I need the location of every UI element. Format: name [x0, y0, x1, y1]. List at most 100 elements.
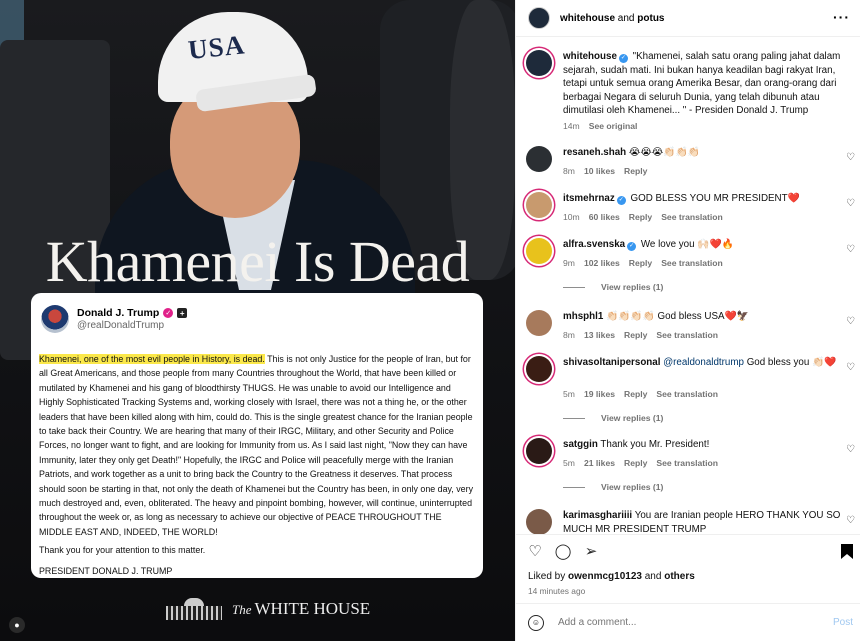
add-comment-bar: ☺ Post	[516, 603, 860, 641]
view-replies-button[interactable]: View replies (1)	[563, 282, 663, 292]
header-joiner: and	[617, 12, 635, 24]
logo-the: The	[232, 602, 252, 617]
heart-icon[interactable]: ♡	[846, 516, 856, 526]
tweet-avatar	[41, 305, 69, 333]
action-bar: ♡ ◯ ➢	[516, 534, 860, 566]
comment-likes[interactable]: 60 likes	[589, 212, 620, 222]
comment-username[interactable]: karimasghariiii	[563, 510, 632, 521]
comment-username[interactable]: shivasoltanipersonal	[563, 357, 660, 368]
comment-username[interactable]: resaneh.shah	[563, 147, 626, 158]
header-account[interactable]: whitehouse	[560, 13, 615, 24]
comment-mention[interactable]: @realdonaldtrump	[663, 357, 744, 368]
comment-likes[interactable]: 102 likes	[584, 258, 620, 268]
comment-avatar[interactable]	[526, 238, 552, 264]
reply-button[interactable]: Reply	[624, 166, 647, 176]
posted-time: 14 minutes ago	[528, 586, 586, 596]
reply-button[interactable]: Reply	[629, 212, 652, 222]
caption-meta: 14m See original	[563, 121, 637, 131]
reply-button[interactable]: Reply	[624, 330, 647, 340]
heart-icon[interactable]: ♡	[846, 245, 856, 255]
comment-likes[interactable]: 10 likes	[584, 166, 615, 176]
caption-text-block: whitehouse ✓ "Khamenei, salah satu orang …	[563, 50, 846, 118]
heart-icon[interactable]: ♡	[846, 445, 856, 455]
post-image[interactable]: USA Khamenei Is Dead Donald J. Trump ✓ +…	[0, 0, 515, 641]
liked-by: Liked by owenmcg10123 and others	[528, 571, 695, 582]
see-translation-link[interactable]: See translation	[656, 389, 718, 399]
white-house-building-icon	[166, 598, 222, 620]
reply-button[interactable]: Reply	[624, 458, 647, 468]
comment-avatar[interactable]	[526, 356, 552, 382]
comment-likes[interactable]: 19 likes	[584, 389, 615, 399]
view-replies-button[interactable]: View replies (1)	[563, 482, 663, 492]
comment-text: 👏🏻👏🏻👏🏻👏🏻 God bless USA❤️🦅	[606, 311, 749, 322]
comment-username[interactable]: mhsphl1	[563, 311, 603, 322]
comment-text: Thank you Mr. President!	[600, 439, 710, 450]
tweet-handle: @realDonaldTrump	[77, 320, 165, 331]
comment-avatar[interactable]	[526, 310, 552, 336]
liked-by-and: and	[644, 571, 662, 582]
comment-text: 😭😭😭👏🏻👏🏻👏🏻	[628, 147, 700, 158]
tweet-highlight: Khamenei, one of the most evil people in…	[39, 354, 265, 364]
logo-name: WHITE HOUSE	[254, 599, 371, 618]
comment-avatar[interactable]	[526, 192, 552, 218]
comment-username[interactable]: alfra.svenska	[563, 239, 625, 250]
comment-time: 5m	[563, 458, 575, 468]
verified-icon: ✓	[627, 242, 637, 251]
header-avatar[interactable]	[528, 7, 550, 29]
header-collaborator[interactable]: potus	[637, 13, 664, 24]
comments-scroll[interactable]: whitehouse ✓ "Khamenei, salah satu orang …	[516, 38, 860, 534]
caption-avatar[interactable]	[526, 50, 552, 76]
tweet-card: Donald J. Trump ✓ + @realDonaldTrump Kha…	[31, 293, 483, 578]
comment-time: 8m	[563, 330, 575, 340]
post-button[interactable]: Post	[833, 617, 853, 628]
tweet-author: Donald J. Trump ✓ +	[77, 307, 188, 319]
heart-icon[interactable]: ♡	[846, 317, 856, 327]
comment-avatar[interactable]	[526, 146, 552, 172]
comment-time: 10m	[563, 212, 580, 222]
comment-time: 9m	[563, 258, 575, 268]
tweet-author-name: Donald J. Trump	[77, 307, 160, 319]
comment-text: God bless you 👏🏻❤️	[746, 357, 837, 368]
more-icon[interactable]: ···	[833, 9, 850, 25]
view-replies-button[interactable]: View replies (1)	[563, 413, 663, 423]
liked-by-others[interactable]: others	[664, 571, 695, 582]
reply-button[interactable]: Reply	[629, 258, 652, 268]
tweet-body-text: This is not only Justice for the people …	[39, 354, 474, 537]
image-headline: Khamenei Is Dead	[45, 229, 470, 294]
heart-icon[interactable]: ♡	[526, 542, 544, 560]
see-translation-link[interactable]: See translation	[656, 330, 718, 340]
see-translation-link[interactable]: See translation	[661, 258, 723, 268]
comment-text: We love you 🙌🏻❤️🔥	[640, 239, 734, 250]
caption-username[interactable]: whitehouse	[563, 51, 617, 62]
comment-avatar[interactable]	[526, 438, 552, 464]
comment-icon[interactable]: ◯	[554, 542, 572, 560]
liked-by-prefix: Liked by	[528, 571, 566, 582]
comment-time: 8m	[563, 166, 575, 176]
emoji-icon[interactable]: ☺	[528, 614, 544, 631]
tweet-thanks: Thank you for your attention to this mat…	[39, 545, 206, 556]
reply-button[interactable]: Reply	[624, 389, 647, 399]
comment-input[interactable]	[558, 617, 798, 628]
tweet-signature: PRESIDENT DONALD J. TRUMP	[39, 566, 173, 577]
see-translation-link[interactable]: See translation	[661, 212, 723, 222]
heart-icon[interactable]: ♡	[846, 199, 856, 209]
see-translation-link[interactable]: See translation	[656, 458, 718, 468]
verified-badge-icon: ✓	[163, 308, 174, 318]
heart-icon[interactable]: ♡	[846, 363, 856, 373]
heart-icon[interactable]: ♡	[846, 153, 856, 163]
liked-by-user[interactable]: owenmcg10123	[568, 571, 642, 582]
tag-user-icon[interactable]: ●	[9, 617, 25, 633]
affiliation-badge-icon: +	[177, 308, 188, 318]
comment-likes[interactable]: 13 likes	[584, 330, 615, 340]
verified-icon: ✓	[618, 54, 628, 63]
comment-username[interactable]: itsmehrnaz	[563, 193, 615, 204]
tweet-body: Khamenei, one of the most evil people in…	[39, 352, 475, 539]
comment-avatar[interactable]	[526, 509, 552, 534]
header-accounts[interactable]: whitehouse and potus	[560, 13, 664, 24]
bookmark-icon[interactable]	[838, 542, 856, 560]
share-icon[interactable]: ➢	[582, 542, 600, 560]
see-original-link[interactable]: See original	[589, 121, 638, 131]
comment-likes[interactable]: 21 likes	[584, 458, 615, 468]
comments-panel: whitehouse and potus ··· whitehouse ✓ "Kh…	[515, 0, 860, 641]
comment-username[interactable]: satggin	[563, 439, 598, 450]
